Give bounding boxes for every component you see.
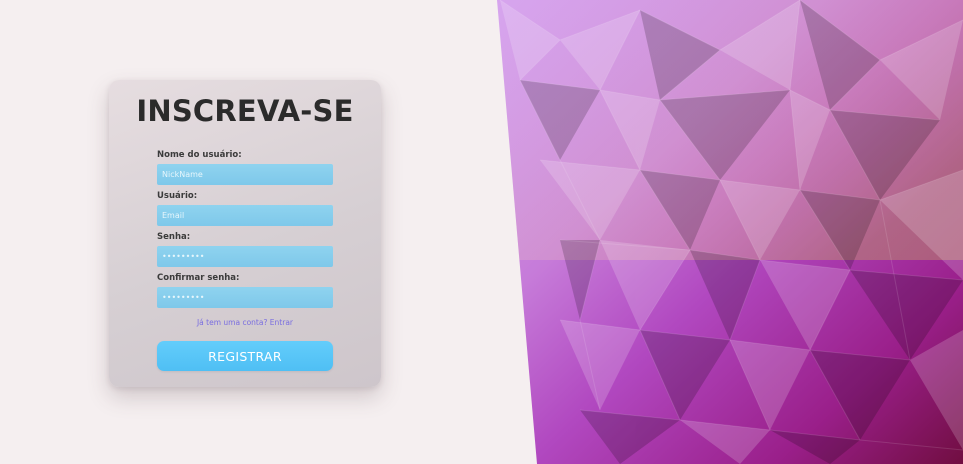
confirm-password-label: Confirmar senha:	[157, 273, 240, 283]
username-input[interactable]	[157, 164, 333, 185]
signup-page: INSCREVA-SE Nome do usuário: Usuário: Se…	[0, 0, 963, 464]
login-link[interactable]: Já tem uma conta? Entrar	[157, 318, 333, 327]
signup-form: Nome do usuário: Usuário: Senha: Confirm…	[157, 149, 333, 313]
password-input[interactable]	[157, 246, 333, 267]
email-input[interactable]	[157, 205, 333, 226]
username-label: Nome do usuário:	[157, 150, 242, 160]
password-label: Senha:	[157, 232, 191, 242]
email-label: Usuário:	[157, 191, 198, 201]
page-title: INSCREVA-SE	[136, 94, 354, 128]
confirm-password-input[interactable]	[157, 287, 333, 308]
register-button[interactable]: REGISTRAR	[157, 341, 333, 371]
signup-card: INSCREVA-SE Nome do usuário: Usuário: Se…	[109, 80, 381, 387]
